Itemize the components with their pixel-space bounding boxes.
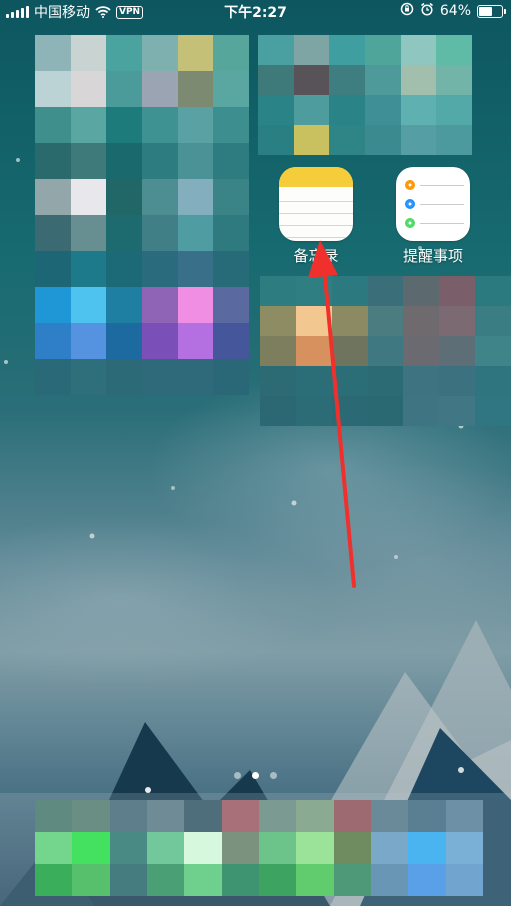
mosaic-cell <box>258 832 297 864</box>
mosaic-cell <box>109 800 147 832</box>
pixelated-dock-apps[interactable] <box>35 800 483 896</box>
mosaic-cell <box>408 832 446 864</box>
mosaic-cell <box>408 800 446 832</box>
mosaic-cell <box>184 864 222 896</box>
mosaic-cell <box>72 800 110 832</box>
mosaic-cell <box>258 800 297 832</box>
mosaic-cell <box>72 864 110 896</box>
mosaic-cell <box>35 800 73 832</box>
mosaic-cell <box>184 800 222 832</box>
mosaic-cell <box>333 832 371 864</box>
mosaic-cell <box>296 832 334 864</box>
mosaic-cell <box>35 864 73 896</box>
mosaic-cell <box>333 864 371 896</box>
mosaic-cell <box>370 800 409 832</box>
mosaic-cell <box>146 800 185 832</box>
mosaic-cell <box>35 832 73 864</box>
page-dot[interactable] <box>270 772 277 779</box>
mosaic-cell <box>296 864 334 896</box>
page-dot[interactable] <box>252 772 259 779</box>
mosaic-cell <box>445 832 483 864</box>
page-indicator[interactable] <box>0 772 511 779</box>
mosaic-cell <box>146 832 185 864</box>
mosaic-cell <box>296 800 334 832</box>
mosaic-cell <box>445 864 483 896</box>
mosaic-cell <box>221 864 259 896</box>
mosaic-cell <box>109 832 147 864</box>
annotation-arrow <box>308 240 356 588</box>
mosaic-cell <box>333 800 371 832</box>
mosaic-cell <box>370 864 409 896</box>
mosaic-cell <box>146 864 185 896</box>
mosaic-cell <box>184 832 222 864</box>
mosaic-cell <box>370 832 409 864</box>
page-dot[interactable] <box>234 772 241 779</box>
mosaic-cell <box>258 864 297 896</box>
mosaic-cell <box>72 832 110 864</box>
mosaic-cell <box>109 864 147 896</box>
mosaic-cell <box>221 832 259 864</box>
mosaic-cell <box>445 800 483 832</box>
mosaic-cell <box>408 864 446 896</box>
mosaic-cell <box>221 800 259 832</box>
